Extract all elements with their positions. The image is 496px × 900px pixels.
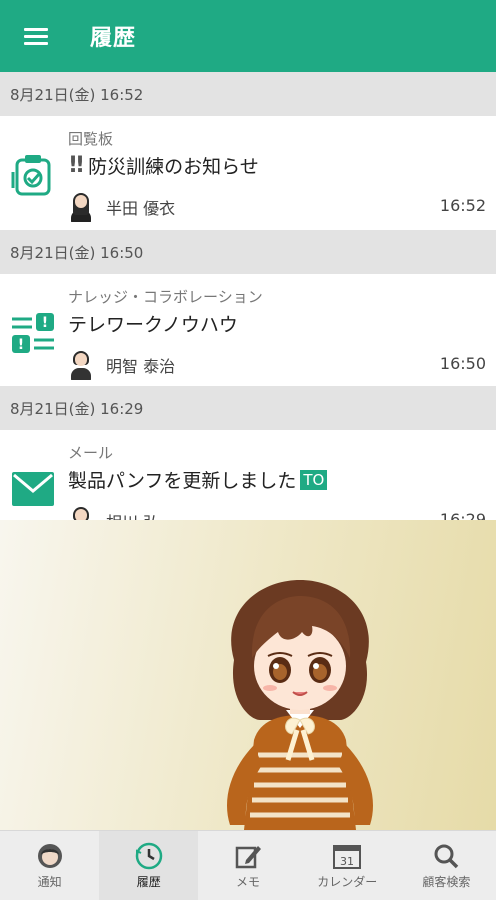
- app-bar: 履歴: [0, 0, 496, 72]
- nav-label: メモ: [236, 875, 261, 889]
- item-user: 半田 優衣: [68, 192, 175, 222]
- important-icon: !!: [68, 153, 85, 178]
- item-time: 16:29: [439, 510, 486, 520]
- item-user: 明智 泰治: [68, 350, 175, 380]
- item-category: ナレッジ・コラボレーション: [68, 288, 263, 306]
- item-category: 回覧板: [68, 130, 114, 148]
- assistant-character-area: [0, 520, 496, 830]
- item-subject: 製品パンフを更新しました TO: [68, 466, 328, 493]
- item-subject: テレワークノウハウ: [68, 310, 238, 337]
- nav-notifications[interactable]: 通知: [0, 831, 99, 900]
- nav-label: 顧客検索: [422, 875, 471, 889]
- search-icon: [432, 841, 460, 871]
- history-item-mail[interactable]: メール 製品パンフを更新しました TO 相川 弘 16:29: [0, 430, 496, 520]
- history-list[interactable]: 8月21日(金) 16:52 回覧板 !! 防災訓練のお知らせ 半田 優衣 16…: [0, 72, 496, 520]
- nav-memo[interactable]: メモ: [198, 831, 297, 900]
- nav-label: カレンダー: [317, 875, 378, 889]
- mail-icon: [8, 464, 58, 514]
- assistant-character: [227, 580, 373, 830]
- user-name: 相川 弘: [106, 509, 159, 520]
- nav-calendar[interactable]: 31 カレンダー: [298, 831, 397, 900]
- item-subject-text: 製品パンフを更新しました: [68, 470, 297, 492]
- bottom-navigation: 通知 履歴 メモ 31 カレンダー 顧客検索: [0, 830, 496, 900]
- item-subject-text: 防災訓練のお知らせ: [88, 156, 259, 178]
- date-header: 8月21日(金) 16:52: [0, 72, 496, 116]
- item-time: 16:50: [439, 354, 486, 373]
- avatar: [68, 350, 94, 380]
- to-badge: TO: [300, 469, 328, 490]
- nav-customer-search[interactable]: 顧客検索: [397, 831, 496, 900]
- avatar: [68, 506, 94, 520]
- user-name: 半田 優衣: [106, 199, 176, 218]
- history-item-circular[interactable]: 回覧板 !! 防災訓練のお知らせ 半田 優衣 16:52: [0, 116, 496, 230]
- knowledge-collaboration-icon: ! !: [8, 308, 58, 358]
- svg-text:!: !: [42, 315, 48, 331]
- item-time: 16:52: [439, 196, 486, 215]
- nav-history[interactable]: 履歴: [99, 831, 199, 900]
- item-user: 相川 弘: [68, 506, 159, 520]
- clock-icon: [134, 841, 164, 871]
- item-category: メール: [68, 444, 114, 462]
- date-header: 8月21日(金) 16:50: [0, 230, 496, 274]
- page-title: 履歴: [90, 26, 137, 51]
- svg-text:!: !: [18, 337, 24, 353]
- calendar-day: 31: [340, 855, 354, 868]
- user-name: 明智 泰治: [106, 357, 176, 376]
- clipboard-check-icon: [8, 150, 58, 200]
- item-subject-text: テレワークノウハウ: [68, 314, 238, 336]
- memo-icon: [234, 841, 262, 871]
- menu-button[interactable]: [0, 0, 72, 72]
- nav-label: 通知: [37, 875, 62, 889]
- hamburger-icon: [24, 24, 48, 49]
- avatar: [68, 192, 94, 222]
- nav-label: 履歴: [136, 875, 161, 889]
- item-subject: !! 防災訓練のお知らせ: [68, 152, 259, 179]
- calendar-icon: 31: [332, 841, 362, 871]
- history-item-knowledge[interactable]: ! ! ナレッジ・コラボレーション テレワークノウハウ 明智 泰治 16:50: [0, 274, 496, 386]
- date-header: 8月21日(金) 16:29: [0, 386, 496, 430]
- face-icon: [36, 841, 64, 871]
